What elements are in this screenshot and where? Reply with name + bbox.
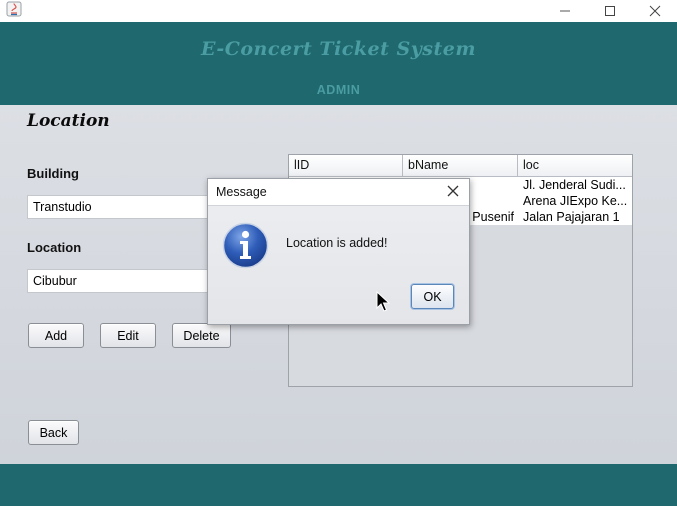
location-input[interactable]: Cibubur (27, 269, 227, 293)
close-icon (447, 185, 459, 197)
maximize-icon (605, 6, 615, 16)
dialog-title: Message (216, 185, 267, 199)
table-cell: Arena JIExpo Ke... (523, 194, 628, 208)
role-label: ADMIN (316, 83, 361, 97)
information-icon (222, 222, 269, 269)
maximize-button[interactable] (587, 0, 633, 22)
column-header-bname[interactable]: bName (403, 155, 518, 177)
column-header-lid[interactable]: lID (289, 155, 403, 177)
table-cell: Jalan Pajajaran 1 (523, 210, 620, 224)
window-close-button[interactable] (632, 0, 677, 22)
dialog-close-button[interactable] (444, 182, 462, 200)
java-icon (6, 1, 22, 17)
minimize-icon (560, 10, 570, 12)
mouse-pointer-icon (376, 290, 391, 313)
close-icon (649, 5, 661, 17)
building-input[interactable]: Transtudio (27, 195, 227, 219)
location-label: Location (27, 240, 82, 255)
table-cell: Jl. Jenderal Sudi... (523, 178, 626, 192)
minimize-button[interactable] (542, 0, 588, 22)
back-button[interactable]: Back (28, 420, 79, 445)
building-label: Building (27, 166, 79, 181)
delete-button[interactable]: Delete (172, 323, 231, 348)
app-footer (0, 464, 677, 506)
dialog-message: Location is added! (286, 236, 388, 250)
add-button[interactable]: Add (28, 323, 84, 348)
app-title: E-Concert Ticket System (201, 38, 476, 60)
table-header: lID bName loc (289, 155, 632, 177)
ok-button[interactable]: OK (411, 284, 454, 309)
page-title: Location (27, 111, 110, 131)
column-header-loc[interactable]: loc (518, 155, 632, 177)
edit-button[interactable]: Edit (100, 323, 156, 348)
